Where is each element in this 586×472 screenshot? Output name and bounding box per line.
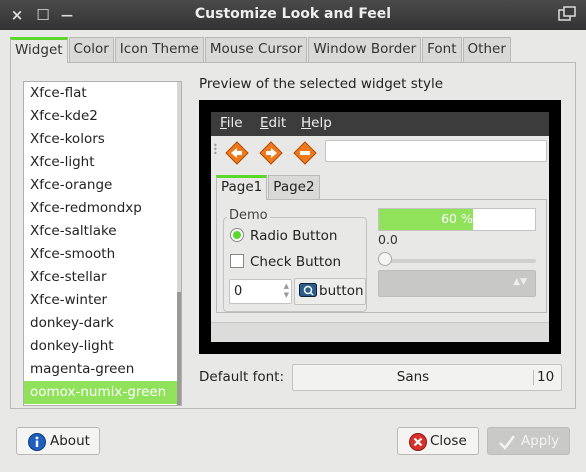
- theme-list-item[interactable]: Xfce-winter: [24, 289, 179, 312]
- progress-bar: 60 %: [378, 208, 536, 231]
- image-button[interactable]: button: [294, 278, 366, 305]
- radio-button[interactable]: Radio Button: [230, 226, 337, 246]
- theme-list[interactable]: Xfce-flat Xfce-kde2 Xfce-kolors Xfce-light X…: [23, 81, 182, 406]
- preview-tab-bar: Page1 Page2: [216, 175, 321, 200]
- checkbox-indicator-icon: [230, 254, 244, 268]
- apply-button[interactable]: Apply: [487, 427, 570, 455]
- window-title: Customize Look and Feel: [194, 6, 392, 22]
- tab-bar: Widget Color Icon Theme Mouse Cursor Win…: [10, 37, 512, 63]
- preview-text-entry[interactable]: [325, 140, 547, 162]
- theme-list-scrollbar-thumb[interactable]: [177, 292, 181, 405]
- preview-toolbar: • • •: [211, 138, 549, 168]
- tab-other[interactable]: Other: [462, 37, 511, 62]
- tab-window-border[interactable]: Window Border: [308, 37, 422, 62]
- tab-font[interactable]: Font: [422, 37, 462, 62]
- font-separator: [533, 370, 534, 385]
- progress-text: 60 %: [441, 211, 473, 226]
- preview-menu-help[interactable]: Help: [301, 115, 332, 131]
- theme-list-item[interactable]: donkey-dark: [24, 312, 179, 335]
- preview-tab-page2[interactable]: Page2: [268, 175, 320, 199]
- theme-list-item[interactable]: oomox-numix-green: [24, 381, 179, 404]
- theme-list-item[interactable]: Xfce-redmondxp: [24, 197, 179, 220]
- info-icon: [28, 433, 46, 451]
- preview-menu-edit[interactable]: Edit: [260, 115, 286, 131]
- theme-list-scrollbar[interactable]: [177, 82, 181, 405]
- spin-arrows-icon[interactable]: ▲ ▼: [284, 282, 289, 300]
- font-chooser-button[interactable]: Sans 10: [292, 364, 562, 391]
- checkmark-icon: [499, 435, 515, 450]
- tab-color[interactable]: Color: [68, 37, 114, 62]
- theme-list-item[interactable]: Xfce-orange: [24, 174, 179, 197]
- demo-legend: Demo: [227, 208, 270, 223]
- title-bar: × ☐ — Customize Look and Feel: [0, 0, 586, 30]
- preview-label: Preview of the selected widget style: [199, 76, 444, 92]
- stop-icon[interactable]: [293, 141, 317, 165]
- theme-list-item[interactable]: Xfce-stellar: [24, 266, 179, 289]
- theme-list-item[interactable]: magenta-green: [24, 358, 179, 381]
- theme-list-item[interactable]: Xfce-kde2: [24, 105, 179, 128]
- preview-menubar: File Edit Help: [211, 112, 549, 136]
- scale-track[interactable]: [386, 259, 536, 263]
- theme-list-item[interactable]: Xfce-saltlake: [24, 220, 179, 243]
- tab-icon-theme[interactable]: Icon Theme: [114, 37, 204, 62]
- font-name: Sans: [396, 369, 430, 385]
- close-button[interactable]: Close: [397, 427, 479, 455]
- disabled-combo: ▲▼: [378, 270, 536, 297]
- forward-arrow-icon[interactable]: [259, 141, 283, 165]
- preview-tab-page1[interactable]: Page1: [216, 175, 268, 200]
- preview-menu-file[interactable]: File: [220, 115, 243, 131]
- window-restore-icon[interactable]: [558, 6, 576, 22]
- terminal-icon: [299, 283, 317, 297]
- radio-indicator-icon: [230, 228, 244, 242]
- combo-arrows-icon: ▲▼: [513, 277, 527, 287]
- back-arrow-icon[interactable]: [225, 141, 249, 165]
- theme-list-item[interactable]: Xfce-flat: [24, 82, 179, 105]
- theme-list-item[interactable]: Xfce-light: [24, 151, 179, 174]
- scale-value: 0.0: [378, 232, 398, 247]
- theme-list-item[interactable]: Xfce-smooth: [24, 243, 179, 266]
- theme-list-item[interactable]: donkey-light: [24, 335, 179, 358]
- toolbar-grip-icon[interactable]: • • •: [213, 142, 218, 160]
- about-button[interactable]: About: [16, 427, 100, 455]
- close-icon: [409, 433, 427, 451]
- tab-widget[interactable]: Widget: [10, 37, 68, 63]
- scale-knob[interactable]: [378, 252, 392, 266]
- preview-window: File Edit Help • • • Page1 Page2 Demo Ra…: [211, 112, 549, 342]
- preview-statusbar: [211, 322, 549, 342]
- check-button[interactable]: Check Button: [230, 252, 341, 272]
- theme-list-item[interactable]: Xfce-kolors: [24, 128, 179, 151]
- font-size: 10: [537, 369, 555, 385]
- tab-mouse-cursor[interactable]: Mouse Cursor: [204, 37, 308, 62]
- spin-button[interactable]: 0 ▲ ▼: [229, 279, 292, 304]
- default-font-label: Default font:: [199, 369, 285, 385]
- widget-preview: File Edit Help • • • Page1 Page2 Demo Ra…: [199, 100, 561, 354]
